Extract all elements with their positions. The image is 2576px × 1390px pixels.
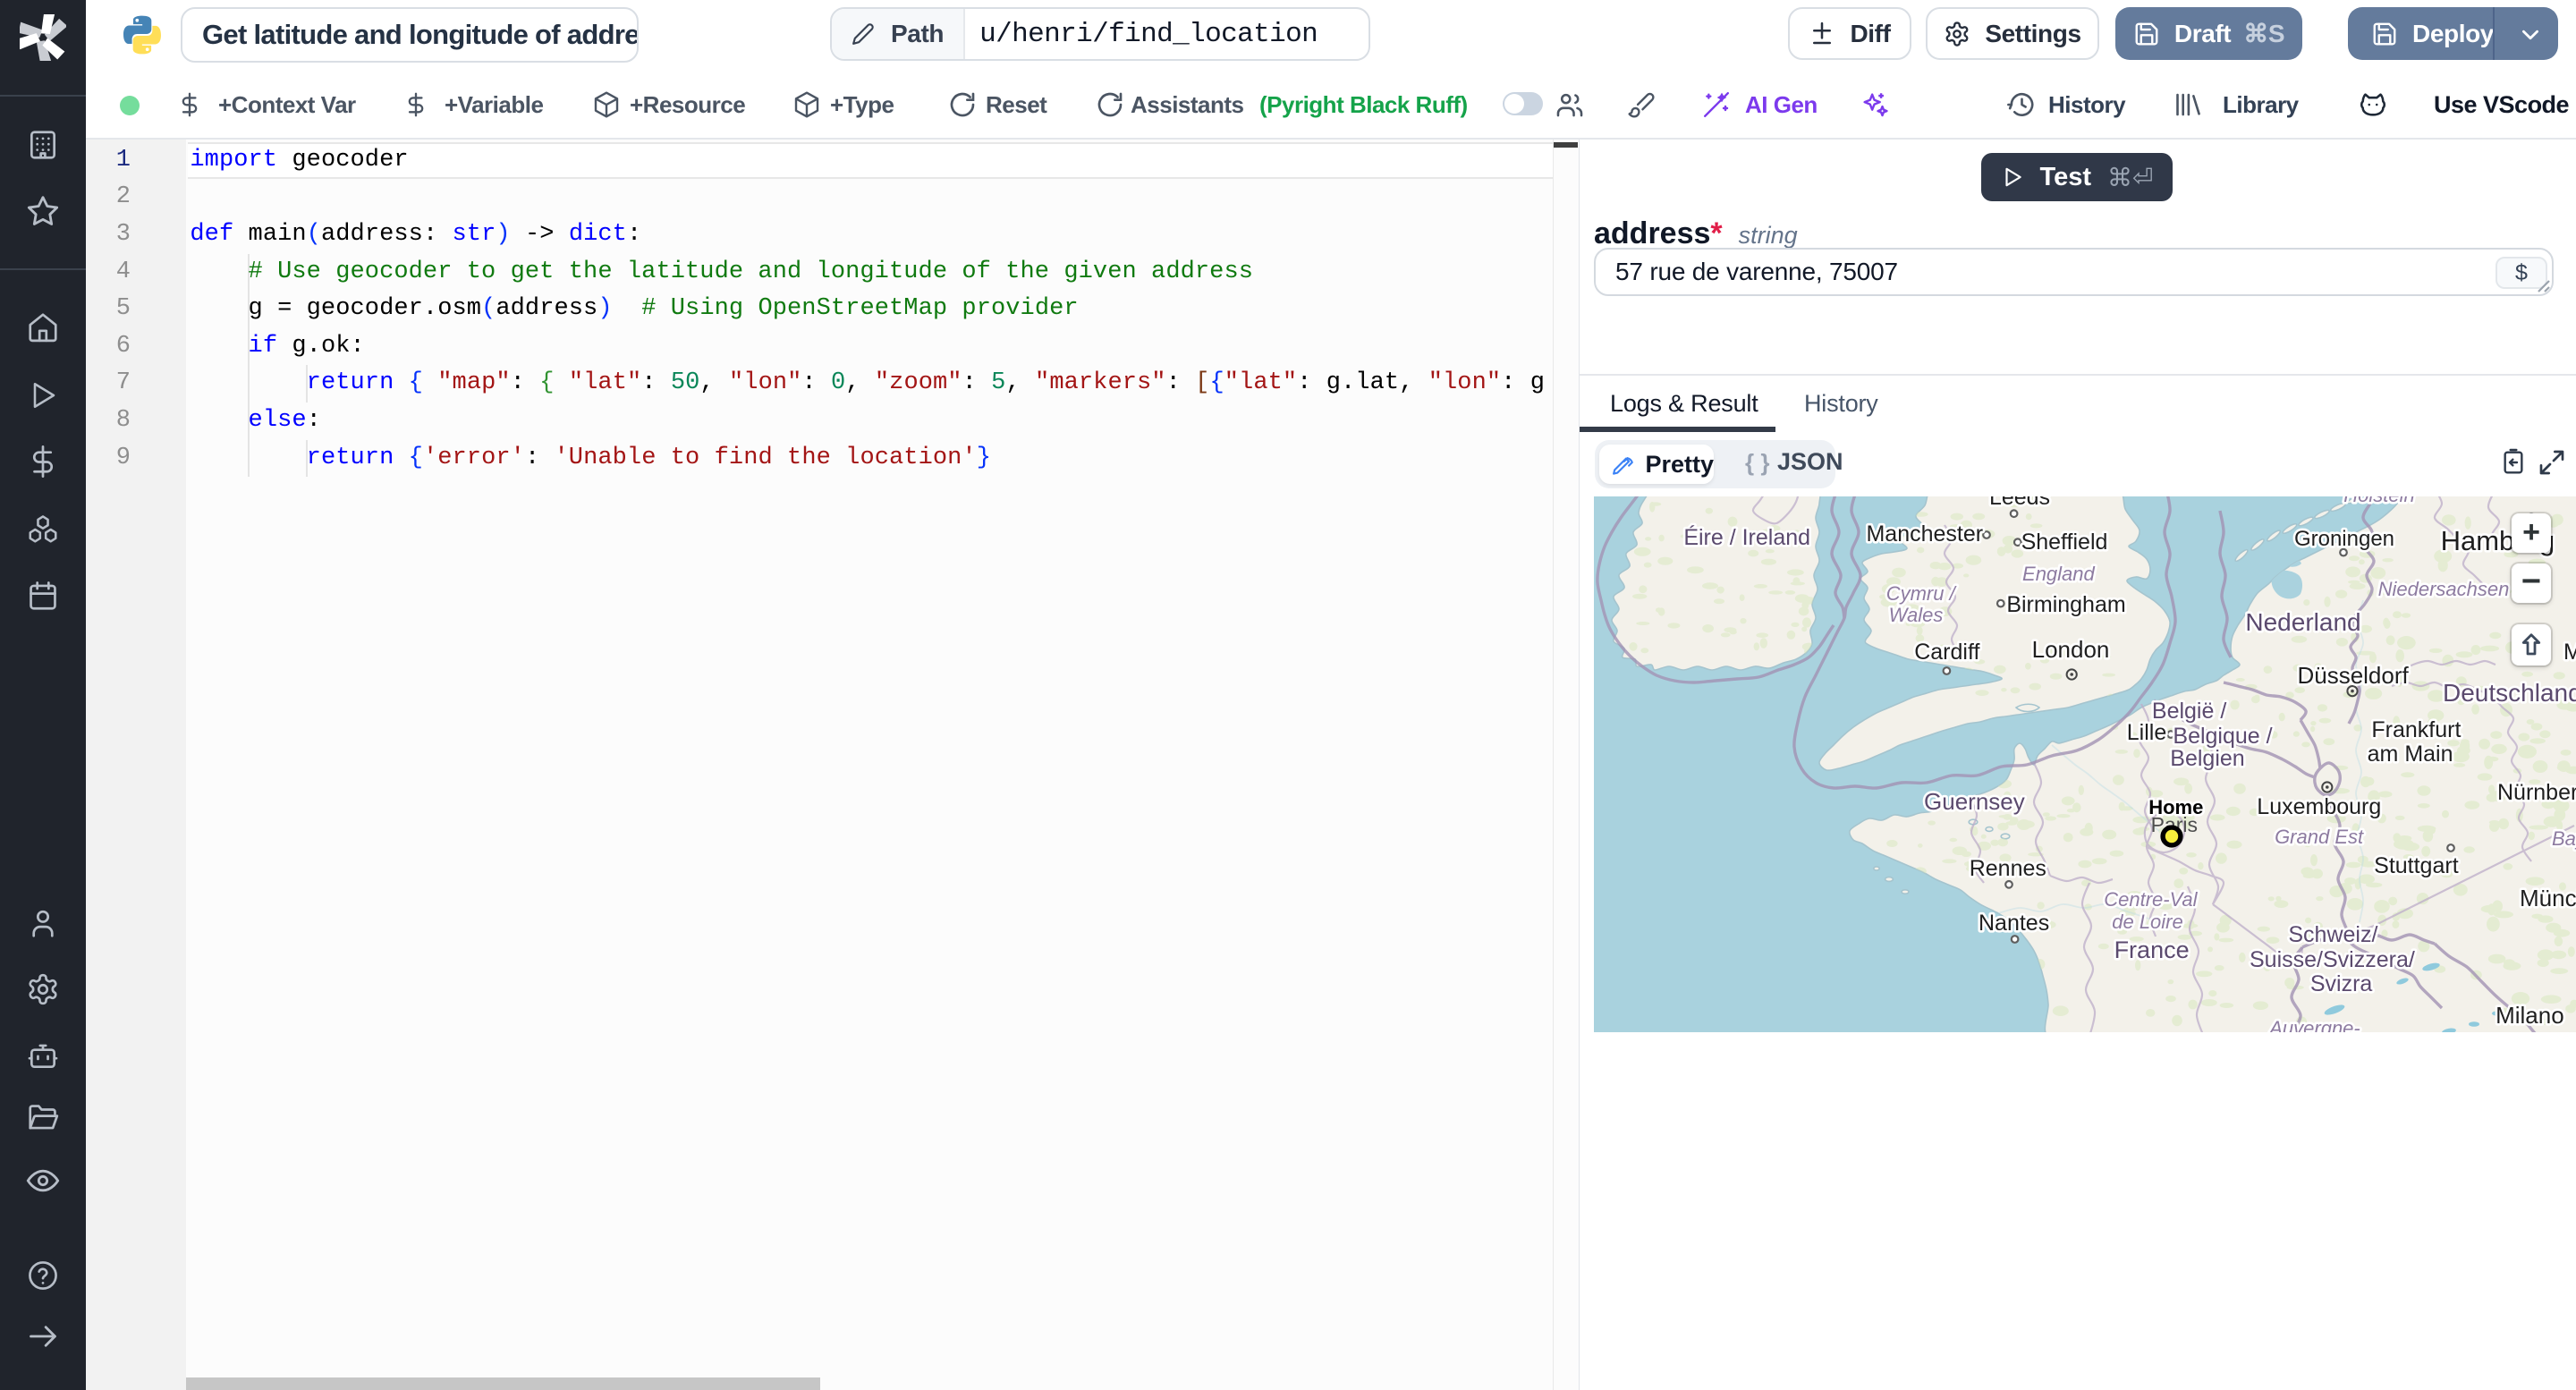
svg-text:Niedersachsen: Niedersachsen [2378, 578, 2510, 600]
svg-text:Wales: Wales [1889, 604, 1944, 626]
svg-text:Groningen: Groningen [2294, 527, 2394, 551]
svg-text:Grand Est: Grand Est [2275, 826, 2364, 848]
svg-text:Svizra: Svizra [2310, 971, 2373, 996]
svg-text:Nürnberg: Nürnberg [2497, 780, 2576, 805]
svg-text:de Loire: de Loire [2112, 911, 2183, 933]
svg-text:Bayern: Bayern [2552, 827, 2576, 850]
svg-text:Luxembourg: Luxembourg [2257, 794, 2381, 819]
svg-text:Stuttgart: Stuttgart [2374, 853, 2459, 878]
svg-text:Birmingham: Birmingham [2006, 592, 2125, 617]
svg-text:Belgique /: Belgique / [2173, 724, 2272, 749]
svg-text:Nederland: Nederland [2245, 608, 2360, 636]
svg-text:Manchester: Manchester [1866, 521, 1983, 547]
svg-text:Éire / Ireland: Éire / Ireland [1683, 524, 1810, 550]
svg-text:Auvergne-: Auvergne- [2267, 1017, 2360, 1032]
svg-text:am Main: am Main [2368, 742, 2453, 767]
svg-text:Holstein: Holstein [2343, 496, 2414, 506]
svg-text:London: London [2032, 636, 2110, 663]
svg-text:Cardiff: Cardiff [1914, 640, 1979, 665]
svg-text:Suisse/Svizzera/: Suisse/Svizzera/ [2250, 947, 2415, 972]
svg-text:France: France [2114, 937, 2190, 963]
svg-text:England: England [2022, 563, 2096, 585]
svg-text:Deutschland: Deutschland [2443, 679, 2576, 707]
svg-text:München: München [2520, 885, 2576, 911]
svg-text:Düsseldorf: Düsseldorf [2297, 662, 2409, 689]
svg-text:Leeds: Leeds [1989, 496, 2050, 510]
svg-text:Milano: Milano [2496, 1002, 2564, 1029]
svg-text:Münster: Münster [2563, 640, 2576, 665]
svg-text:Belgien: Belgien [2170, 746, 2244, 771]
svg-text:Schweiz/: Schweiz/ [2288, 922, 2377, 947]
svg-text:Guernsey: Guernsey [1924, 788, 2025, 815]
svg-text:Sheffield: Sheffield [2021, 530, 2108, 555]
svg-text:Nantes: Nantes [1979, 911, 2049, 936]
svg-text:Lille: Lille [2127, 720, 2166, 745]
svg-text:Cymru /: Cymru / [1886, 582, 1957, 605]
svg-text:Frankfurt: Frankfurt [2371, 717, 2461, 742]
svg-text:Centre-Val: Centre-Val [2104, 888, 2198, 911]
svg-text:Rennes: Rennes [1970, 856, 2046, 881]
